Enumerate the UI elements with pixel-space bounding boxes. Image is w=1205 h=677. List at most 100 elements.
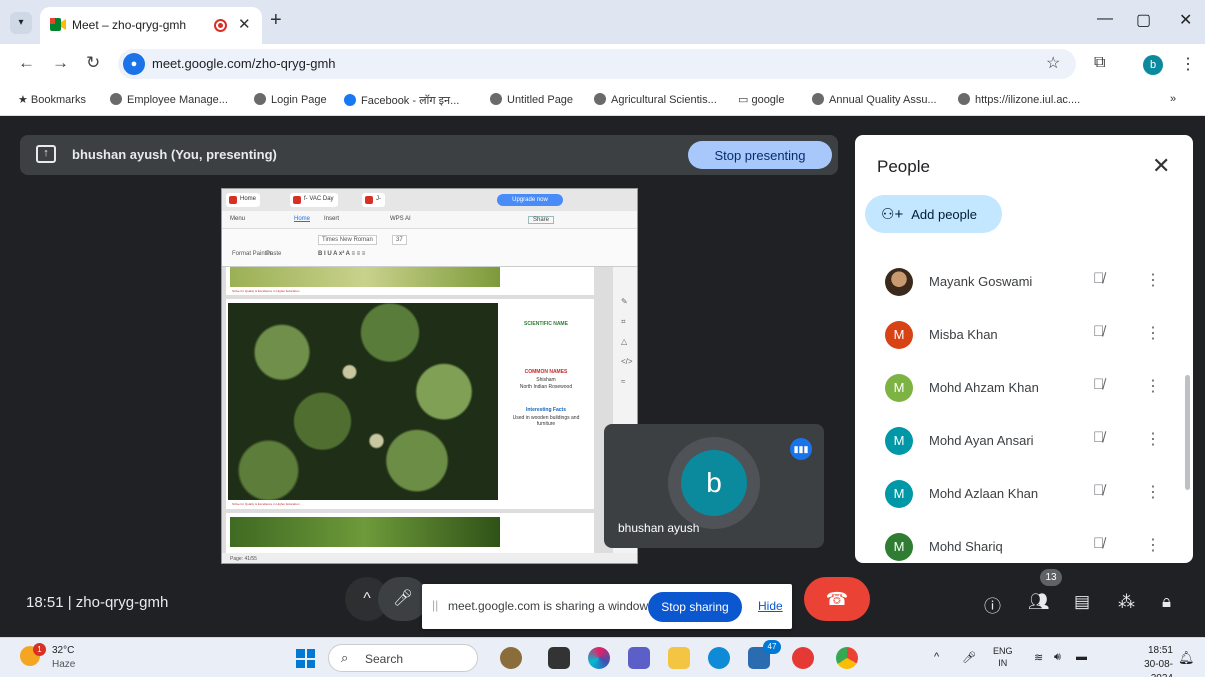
hide-link[interactable]: Hide <box>758 599 783 613</box>
wifi-icon[interactable]: ≋ <box>1034 651 1043 664</box>
document-area: Strive for Quality & Excellence in Highe… <box>222 267 612 553</box>
chrome-icon[interactable] <box>836 647 858 669</box>
taskbar-search[interactable]: ⌕ Search <box>328 644 478 672</box>
weather-alert-badge: 1 <box>33 643 46 656</box>
leave-call-button[interactable]: ☎︎ <box>804 577 870 621</box>
participant-avatar: M <box>885 533 913 561</box>
volume-icon[interactable]: 🔊︎ <box>1054 651 1061 664</box>
mic-off-icon[interactable]: 🎙̸ <box>1093 270 1104 287</box>
close-panel-icon[interactable]: ✕ <box>1152 153 1170 179</box>
more-options-icon[interactable]: ⋮ <box>1145 376 1161 396</box>
bookmark-folder[interactable]: ▭ google <box>738 93 785 106</box>
system-clock[interactable]: 18:5130-08-2024 <box>1135 644 1173 677</box>
wps-tab: f- VAC Day <box>290 193 338 207</box>
more-options-icon[interactable]: ⋮ <box>1145 482 1161 502</box>
start-windows-icon[interactable] <box>296 649 315 668</box>
sharing-notification: || meet.google.com is sharing a window. … <box>422 584 792 629</box>
notifications-bell-icon[interactable]: 🔔︎ <box>1178 650 1195 666</box>
document-page: SCIENTIFIC NAME COMMON NAMES Shisham Nor… <box>226 299 594 509</box>
self-video-tile[interactable]: b ▮▮▮ bhushan ayush <box>604 424 824 548</box>
participant-row[interactable]: M Mohd Shariq 🎙̸ ⋮ <box>855 520 1185 563</box>
bookmark-item[interactable]: Untitled Page <box>490 93 573 106</box>
wps-menu-bar: Menu Home Insert WPS AI Share <box>222 211 637 229</box>
restore-icon[interactable]: ▢ <box>1136 10 1151 30</box>
site-icon <box>110 93 122 105</box>
mic-off-icon[interactable]: 🎙̸ <box>1093 429 1104 446</box>
mic-tray-icon[interactable]: 🎤︎ <box>962 651 976 664</box>
task-view-icon[interactable] <box>548 647 570 669</box>
upgrade-badge: Upgrade now <box>497 194 563 206</box>
search-icon: ⌕ <box>341 650 349 665</box>
tray-overflow-icon[interactable]: ^ <box>934 651 939 663</box>
add-people-button[interactable]: ⚇+ Add people <box>865 195 1002 233</box>
stop-sharing-button[interactable]: Stop sharing <box>648 592 742 622</box>
bookmark-item[interactable]: Employee Manage... <box>110 93 228 106</box>
participant-row[interactable]: Mayank Goswami 🎙̸ ⋮ <box>855 255 1185 308</box>
microphone-icon[interactable]: 🎤︎ <box>378 577 428 621</box>
document-page <box>226 513 594 553</box>
tab-close-icon[interactable]: ✕ <box>238 15 251 33</box>
participant-row[interactable]: M Misba Khan 🎙̸ ⋮ <box>855 308 1185 361</box>
bookmark-star-icon[interactable]: ☆ <box>1046 53 1060 73</box>
edge-icon[interactable] <box>708 647 730 669</box>
profile-avatar[interactable]: b <box>1143 55 1163 75</box>
language-indicator[interactable]: ENG IN <box>993 645 1013 669</box>
stop-presenting-button[interactable]: Stop presenting <box>688 141 832 169</box>
tab-title: Meet – zho-qryg-gmh <box>72 18 187 32</box>
chat-icon[interactable]: ▤ <box>1074 592 1090 612</box>
host-controls-icon[interactable]: 🔒︎ <box>1162 592 1171 612</box>
bookmark-item[interactable]: https://ilizone.iul.ac.... <box>958 93 1080 106</box>
reload-icon[interactable]: ↻ <box>86 53 100 73</box>
new-tab-button[interactable]: + <box>270 9 282 32</box>
user-app-icon[interactable] <box>500 647 522 669</box>
tab-meet[interactable]: Meet – zho-qryg-gmh ✕ <box>40 7 262 44</box>
star-icon: ★ <box>18 94 31 106</box>
activities-icon[interactable]: ⁂ <box>1118 592 1135 612</box>
mic-off-icon[interactable]: 🎙̸ <box>1093 376 1104 393</box>
omnibox[interactable]: ● meet.google.com/zho-qryg-gmh ☆ <box>118 49 1076 79</box>
back-icon[interactable]: ← <box>18 53 35 73</box>
site-info-icon[interactable]: ● <box>123 53 145 75</box>
meeting-details-icon[interactable]: ⓘ <box>984 592 1001 617</box>
wps-menu-item: Insert <box>324 216 340 222</box>
more-options-icon[interactable]: ⋮ <box>1145 429 1161 449</box>
more-options-icon[interactable]: ⋮ <box>1145 535 1161 555</box>
tab-search-chevron-icon[interactable]: ▾ <box>10 12 32 34</box>
bookmarks-more-icon[interactable]: » <box>1170 93 1176 105</box>
bookmark-item[interactable]: Annual Quality Assu... <box>812 93 937 106</box>
extensions-icon[interactable]: ⧉ <box>1094 54 1105 72</box>
address-toolbar: ← → ↻ ● meet.google.com/zho-qryg-gmh ☆ ⧉… <box>0 44 1205 84</box>
copilot-icon[interactable] <box>588 647 610 669</box>
url-text[interactable]: meet.google.com/zho-qryg-gmh <box>152 56 336 71</box>
people-icon[interactable]: 👥︎ <box>1028 592 1050 612</box>
bookmark-item[interactable]: Facebook - लॉग इन... <box>344 93 459 108</box>
drag-handle-icon[interactable]: || <box>432 598 438 612</box>
wps-menu-item: Home <box>294 216 311 222</box>
forward-icon[interactable]: → <box>52 53 69 73</box>
bookmark-item[interactable]: ★ Bookmarks <box>18 93 86 106</box>
more-options-icon[interactable]: ⋮ <box>1145 323 1161 343</box>
window-close-icon[interactable]: ✕ <box>1179 10 1192 30</box>
file-explorer-icon[interactable] <box>668 647 690 669</box>
participant-name: Mayank Goswami <box>929 274 1033 289</box>
browser-menu-icon[interactable]: ⋮ <box>1180 54 1196 74</box>
wps-office-icon[interactable] <box>792 647 814 669</box>
battery-icon[interactable]: ▬ <box>1076 651 1087 663</box>
page-image <box>230 267 500 287</box>
globe-icon <box>594 93 606 105</box>
participant-row[interactable]: M Mohd Ayan Ansari 🎙̸ ⋮ <box>855 414 1185 467</box>
participant-row[interactable]: M Mohd Ahzam Khan 🎙̸ ⋮ <box>855 361 1185 414</box>
bookmark-item[interactable]: Login Page <box>254 93 327 106</box>
wps-menu-item: WPS AI <box>390 216 411 222</box>
mic-off-icon[interactable]: 🎙̸ <box>1093 535 1104 552</box>
page-footer: Strive for Quality & Excellence in Highe… <box>232 502 300 506</box>
mic-off-icon[interactable]: 🎙̸ <box>1093 323 1104 340</box>
teams-icon[interactable] <box>628 647 650 669</box>
participant-row[interactable]: M Mohd Azlaan Khan 🎙̸ ⋮ <box>855 467 1185 520</box>
minimize-icon[interactable]: — <box>1097 10 1113 28</box>
more-options-icon[interactable]: ⋮ <box>1145 270 1161 290</box>
bookmark-item[interactable]: Agricultural Scientis... <box>594 93 717 106</box>
mic-off-icon[interactable]: 🎙̸ <box>1093 482 1104 499</box>
wps-ribbon: Format Painter Paste Times New Roman 37 … <box>222 229 637 267</box>
people-scrollbar[interactable] <box>1185 375 1190 490</box>
